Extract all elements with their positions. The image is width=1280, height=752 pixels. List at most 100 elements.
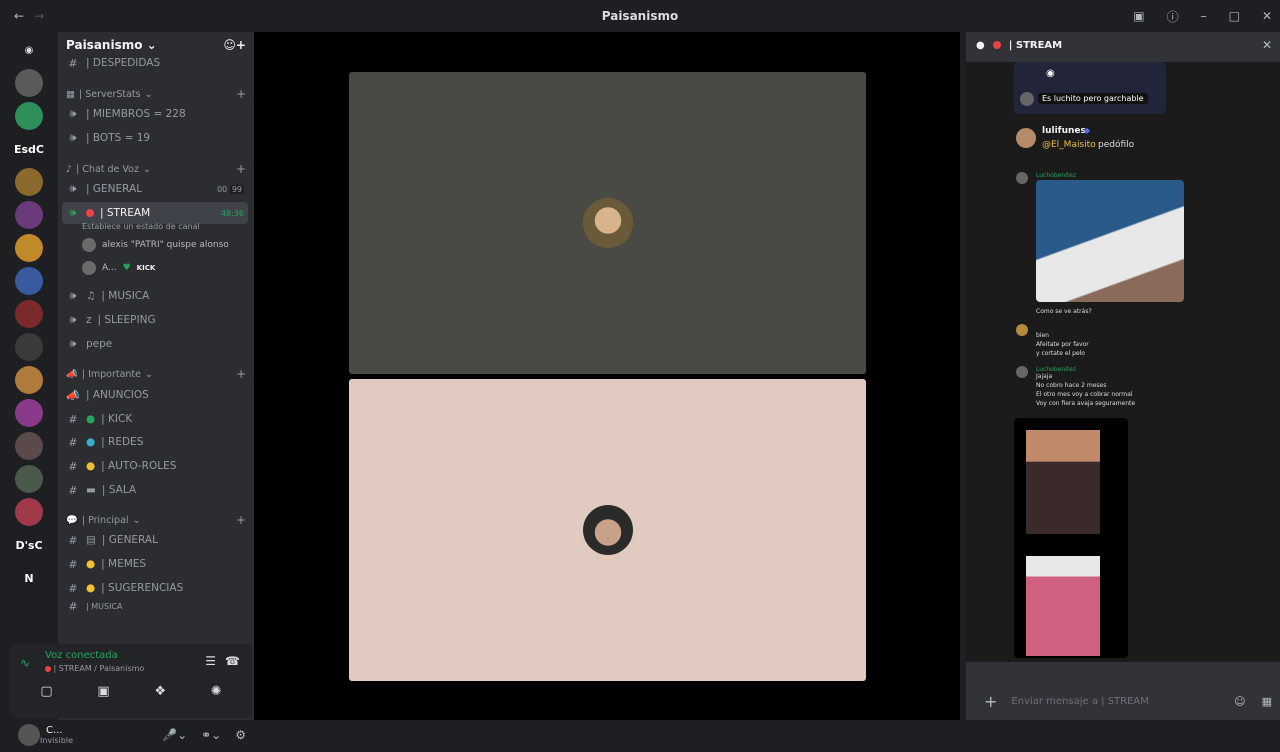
category-voz[interactable]: ♪ | Chat de Voz ⌄ + [66, 161, 246, 177]
speaker-icon: 🕪 [69, 206, 77, 219]
hash-icon: # [68, 435, 78, 449]
channel-item[interactable]: # ● | MEMES [62, 553, 248, 575]
camera-off-icon[interactable]: ▢ [40, 684, 52, 699]
avatar[interactable] [1016, 128, 1036, 148]
channel-label: | ANUNCIOS [86, 389, 149, 401]
disconnect-icon[interactable]: ☎ [225, 654, 240, 668]
inbox-icon[interactable]: ▣ [1133, 9, 1144, 23]
channel-item[interactable]: # | DESPEDIDAS [62, 58, 248, 74]
server-icon[interactable] [15, 465, 43, 493]
channel-item[interactable]: 🕪 ♫ | MUSICA [62, 285, 248, 307]
message-input[interactable]: + Enviar mensaje a | STREAM ☺ ▦ [974, 688, 1272, 714]
channel-item[interactable]: # ● | SUGERENCIAS [62, 577, 248, 599]
microphone-icon[interactable]: 🎤⌄ [162, 728, 187, 742]
message-image[interactable] [1036, 180, 1184, 302]
title-bar: ← → Paisanismo ▣ ⓘ – □ ✕ [0, 0, 1280, 32]
username[interactable]: C... [46, 725, 73, 736]
server-icon[interactable] [15, 366, 43, 394]
server-header[interactable]: Paisanismo ⌄ ☺+ [58, 32, 254, 58]
server-icon[interactable] [15, 234, 43, 262]
channel-item[interactable]: 🕪 | GENERAL 00 99 [62, 178, 248, 200]
voice-member[interactable]: A... ♥ KICK [82, 261, 155, 275]
server-icon[interactable] [15, 432, 43, 460]
channel-item[interactable]: 🕪 z | SLEEPING [62, 309, 248, 331]
add-channel-icon[interactable]: + [236, 513, 246, 527]
message-author[interactable]: Luchobenitez [1036, 366, 1076, 373]
participant-tile[interactable] [349, 72, 866, 374]
channel-item[interactable]: 🕪 | MIEMBROS = 228 [62, 103, 248, 125]
sleep-icon: z [86, 314, 92, 326]
category-serverstats[interactable]: ▦ | ServerStats ⌄ + [66, 86, 246, 102]
soundboard-icon[interactable]: ✺ [211, 684, 222, 699]
channel-status[interactable]: Establece un estado de canal [82, 222, 200, 231]
server-icon[interactable] [15, 333, 43, 361]
channel-item[interactable]: # ▤ | GENERAL [62, 529, 248, 551]
server-icon[interactable] [15, 300, 43, 328]
discord-home-icon[interactable]: ◉ [15, 36, 43, 64]
nitro-badge-icon: ◆ [1084, 126, 1091, 135]
message-image[interactable] [1014, 418, 1128, 658]
server-icon[interactable] [15, 102, 43, 130]
channel-item[interactable]: # ● | REDES [62, 431, 248, 453]
channel-item[interactable]: # ▬ | SALA [62, 479, 248, 501]
channel-item[interactable]: 📣 | ANUNCIOS [62, 384, 248, 406]
headphones-icon[interactable]: ⚭⌄ [201, 728, 221, 742]
avatar[interactable] [18, 724, 40, 746]
avatar [82, 261, 96, 275]
avatar[interactable] [1016, 366, 1028, 378]
server-icon[interactable]: D'sC [15, 531, 43, 559]
maximize-icon[interactable]: □ [1229, 9, 1240, 23]
add-channel-icon[interactable]: + [236, 162, 246, 176]
channel-item[interactable]: 🕪 | BOTS = 19 [62, 127, 248, 149]
server-icon[interactable]: EsdC [14, 135, 44, 163]
server-icon[interactable] [15, 168, 43, 196]
red-circle-icon [45, 665, 51, 672]
voice-member[interactable]: alexis "PATRI" quispe alonso [82, 238, 229, 252]
screen-share-icon[interactable]: ▣ [97, 684, 109, 699]
avatar [82, 238, 96, 252]
category-importante[interactable]: 📣 | Importante ⌄ + [66, 366, 246, 382]
apps-icon[interactable]: ▦ [1262, 695, 1272, 708]
couch-icon: ▬ [86, 484, 96, 496]
mention[interactable]: @El_Maisito [1042, 140, 1096, 150]
avatar[interactable] [1016, 172, 1028, 184]
server-name: Paisanismo [66, 38, 143, 52]
participant-tile[interactable] [349, 379, 866, 681]
red-circle-icon [992, 41, 1001, 49]
close-icon[interactable]: ✕ [1262, 38, 1272, 52]
server-icon[interactable] [15, 498, 43, 526]
server-icon[interactable] [15, 201, 43, 229]
help-icon[interactable]: ⓘ [1167, 8, 1179, 25]
forward-arrow-icon[interactable]: → [34, 9, 44, 23]
add-member-icon[interactable]: ☺+ [223, 38, 246, 52]
server-icon[interactable] [15, 69, 43, 97]
channel-item[interactable]: # | MUSICA [62, 599, 248, 613]
channel-label: | BOTS = 19 [86, 132, 151, 144]
message-line: Jajaja [1036, 373, 1053, 380]
add-channel-icon[interactable]: + [236, 87, 246, 101]
channel-item[interactable]: # ● | KICK [62, 408, 248, 430]
voice-channel-path[interactable]: | STREAM / Paisanismo [45, 664, 144, 673]
minimize-icon[interactable]: – [1201, 9, 1207, 23]
channel-item[interactable]: # ● | AUTO-ROLES [62, 455, 248, 477]
add-channel-icon[interactable]: + [236, 367, 246, 381]
server-icon[interactable] [15, 399, 43, 427]
server-icon[interactable]: N [15, 564, 43, 592]
mic-icon: ♪ [66, 163, 73, 175]
activities-icon[interactable]: ❖ [154, 684, 166, 699]
close-window-icon[interactable]: ✕ [1262, 9, 1272, 23]
server-icon[interactable] [15, 267, 43, 295]
message-author[interactable]: lulifunes [1042, 126, 1086, 136]
emoji-picker-icon[interactable]: ☺ [1234, 695, 1245, 708]
category-principal[interactable]: 💬 | Principal ⌄ + [66, 512, 246, 528]
channel-item[interactable]: 🕪 pepe [62, 333, 248, 355]
message-image[interactable]: ◉ Es luchito pero garchable [1014, 62, 1166, 114]
settings-gear-icon[interactable]: ⚙ [235, 728, 246, 742]
channel-item-stream[interactable]: 🕪 | STREAM 48:36 [62, 202, 248, 224]
noise-suppression-icon[interactable]: ☰ [205, 654, 216, 668]
avatar[interactable] [1016, 324, 1028, 336]
add-attachment-icon[interactable]: + [984, 692, 997, 711]
message-author[interactable]: Luchobenitez [1036, 172, 1076, 179]
signal-icon[interactable]: ∿ [20, 656, 30, 670]
back-arrow-icon[interactable]: ← [14, 9, 24, 23]
